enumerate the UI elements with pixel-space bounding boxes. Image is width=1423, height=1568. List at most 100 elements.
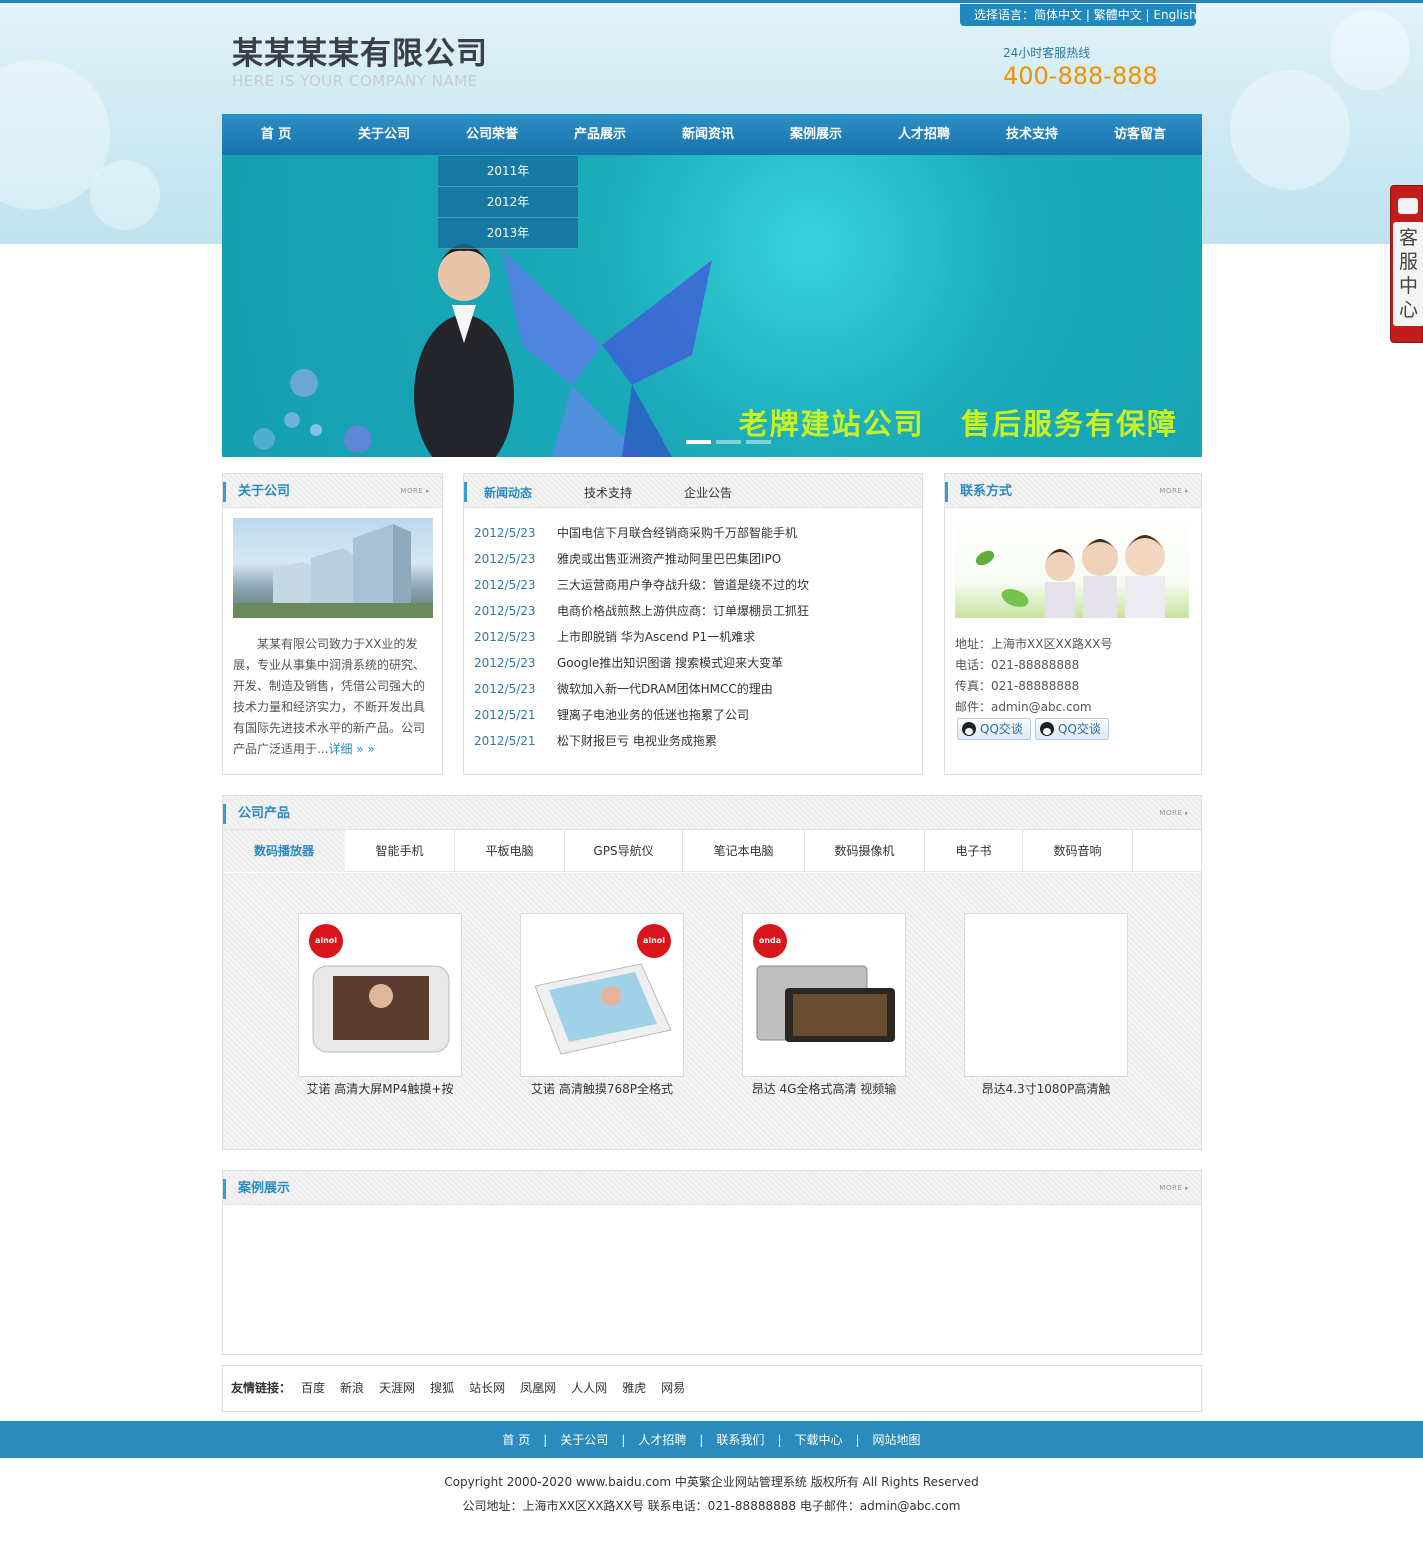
product-image[interactable]: ainol [298, 913, 462, 1077]
contact-more-link[interactable]: MORE ▸ [1159, 487, 1189, 495]
nav-jobs[interactable]: 人才招聘 [870, 114, 978, 155]
nav-support[interactable]: 技术支持 [978, 114, 1086, 155]
nav-guestbook[interactable]: 访客留言 [1086, 114, 1194, 155]
nav-about[interactable]: 关于公司 [330, 114, 438, 155]
friend-link[interactable]: 网易 [661, 1366, 685, 1411]
about-more-link[interactable]: MORE ▸ [400, 487, 430, 495]
products-more-link[interactable]: MORE ▸ [1159, 809, 1189, 817]
product-caption[interactable]: 昂达4.3寸1080P高清触 [964, 1079, 1128, 1099]
dropdown-item-2012[interactable]: 2012年 [438, 187, 578, 218]
dropdown-item-2011[interactable]: 2011年 [438, 156, 578, 187]
news-title[interactable]: 中国电信下月联合经销商采购千万部智能手机 [557, 520, 797, 546]
banner-dots [686, 440, 771, 444]
product-caption[interactable]: 昂达 4G全格式高清 视频输 [742, 1079, 906, 1099]
customer-service-float[interactable]: 客服中心 [1390, 185, 1423, 343]
footer-link-home[interactable]: 首 页 [502, 1431, 530, 1448]
cases-header: 案例展示 MORE ▸ [223, 1171, 1201, 1205]
product-card[interactable]: onda 昂达 4G全格式高清 视频输 [742, 913, 906, 1099]
customer-service-label: 客服中心 [1393, 222, 1423, 326]
qq-chat-label: QQ交谈 [980, 722, 1023, 736]
qq-chat-button-1[interactable]: QQ交谈 [957, 718, 1031, 740]
news-title[interactable]: 三大运营商用户争夺战升级：管道是绕不过的坎 [557, 572, 809, 598]
news-item[interactable]: 2012/5/23 微软加入新一代DRAM团体HMCC的理由 [474, 676, 914, 702]
news-title[interactable]: 雅虎或出售亚洲资产推动阿里巴巴集团IPO [557, 546, 781, 572]
product-card[interactable]: ainol 艾诺 高清触摸768P全格式 [520, 913, 684, 1099]
news-title[interactable]: Google推出知识图谱 搜索模式迎来大变革 [557, 650, 783, 676]
friend-link[interactable]: 天涯网 [379, 1366, 415, 1411]
tab-laptop[interactable]: 笔记本电脑 [683, 830, 805, 872]
friend-link[interactable]: 搜狐 [430, 1366, 454, 1411]
building-illustration [233, 524, 433, 618]
product-caption[interactable]: 艾诺 高清触摸768P全格式 [520, 1079, 684, 1099]
footer-link-contact[interactable]: 联系我们 [716, 1431, 764, 1448]
news-title[interactable]: 电商价格战煎熬上游供应商：订单爆棚员工抓狂 [557, 598, 809, 624]
product-card[interactable]: ainol 艾诺 高清大屏MP4触摸+按 [298, 913, 462, 1099]
footer-link-about[interactable]: 关于公司 [560, 1431, 608, 1448]
news-title[interactable]: 上市即脱销 华为Ascend P1一机难求 [557, 624, 755, 650]
nav-news[interactable]: 新闻资讯 [654, 114, 762, 155]
footer-link-download[interactable]: 下载中心 [794, 1431, 842, 1448]
product-card[interactable]: 昂达4.3寸1080P高清触 [964, 913, 1128, 1099]
contact-info: 地址：上海市XX区XX路XX号 电话：021-88888888 传真：021-8… [955, 634, 1112, 718]
contact-header: 联系方式 MORE ▸ [945, 474, 1201, 508]
tab-media-player[interactable]: 数码播放器 [223, 830, 345, 872]
lang-traditional[interactable]: 繁體中文 [1094, 8, 1142, 22]
lang-simplified[interactable]: 简体中文 [1034, 8, 1082, 22]
news-list: 2012/5/23 中国电信下月联合经销商采购千万部智能手机 2012/5/23 雅… [474, 520, 914, 754]
friend-link[interactable]: 新浪 [340, 1366, 364, 1411]
about-text-body: 某某有限公司致力于XX业的发展，专业从事集中润滑系统的研究、开发、制造及销售，凭… [233, 637, 426, 756]
news-title[interactable]: 松下财报巨亏 电视业务成拖累 [557, 728, 717, 754]
friend-link[interactable]: 人人网 [571, 1366, 607, 1411]
product-image[interactable] [964, 913, 1128, 1077]
news-item[interactable]: 2012/5/21 锂离子电池业务的低迷也拖累了公司 [474, 702, 914, 728]
tab-news[interactable]: 新闻动态 [484, 484, 532, 501]
news-item[interactable]: 2012/5/23 雅虎或出售亚洲资产推动阿里巴巴集团IPO [474, 546, 914, 572]
friend-link[interactable]: 凤凰网 [520, 1366, 556, 1411]
logo[interactable]: 某某某某有限公司 HERE IS YOUR COMPANY NAME [232, 36, 488, 90]
friend-link[interactable]: 百度 [301, 1366, 325, 1411]
product-grid: ainol 艾诺 高清大屏MP4触摸+按 ainol 艾诺 高清触摸768P全格… [223, 873, 1201, 1149]
news-item[interactable]: 2012/5/23 三大运营商用户争夺战升级：管道是绕不过的坎 [474, 572, 914, 598]
nav-home[interactable]: 首 页 [222, 114, 330, 155]
friend-link[interactable]: 站长网 [469, 1366, 505, 1411]
product-image[interactable]: onda [742, 913, 906, 1077]
tab-tablet[interactable]: 平板电脑 [455, 830, 565, 872]
news-item[interactable]: 2012/5/23 中国电信下月联合经销商采购千万部智能手机 [474, 520, 914, 546]
news-date: 2012/5/21 [474, 734, 536, 748]
product-image[interactable]: ainol [520, 913, 684, 1077]
tab-speaker[interactable]: 数码音响 [1023, 830, 1133, 872]
tab-ebook[interactable]: 电子书 [925, 830, 1023, 872]
about-detail-link[interactable]: 详细 » » [328, 742, 374, 756]
news-item[interactable]: 2012/5/23 上市即脱销 华为Ascend P1一机难求 [474, 624, 914, 650]
tab-announcements[interactable]: 企业公告 [684, 484, 732, 501]
news-item[interactable]: 2012/5/23 电商价格战煎熬上游供应商：订单爆棚员工抓狂 [474, 598, 914, 624]
news-title[interactable]: 微软加入新一代DRAM团体HMCC的理由 [557, 676, 773, 702]
banner-dot[interactable] [716, 440, 741, 444]
news-title[interactable]: 锂离子电池业务的低迷也拖累了公司 [557, 702, 749, 728]
logo-en: HERE IS YOUR COMPANY NAME [232, 72, 478, 90]
nav-cases[interactable]: 案例展示 [762, 114, 870, 155]
qq-chat-button-2[interactable]: QQ交谈 [1035, 718, 1109, 740]
banner-dot[interactable] [686, 440, 711, 444]
top-line [0, 0, 1423, 3]
nav-products[interactable]: 产品展示 [546, 114, 654, 155]
friend-links: 友情链接： 百度 新浪 天涯网 搜狐 站长网 凤凰网 人人网 雅虎 网易 [222, 1365, 1202, 1412]
tab-camcorder[interactable]: 数码摄像机 [805, 830, 925, 872]
tab-gps[interactable]: GPS导航仪 [565, 830, 683, 872]
banner-dot[interactable] [746, 440, 771, 444]
footer-link-jobs[interactable]: 人才招聘 [638, 1431, 686, 1448]
footer-link-sitemap[interactable]: 网站地图 [873, 1431, 921, 1448]
news-date: 2012/5/23 [474, 604, 536, 618]
tab-tech-support[interactable]: 技术支持 [584, 484, 632, 501]
news-item[interactable]: 2012/5/23 Google推出知识图谱 搜索模式迎来大变革 [474, 650, 914, 676]
dropdown-item-2013[interactable]: 2013年 [438, 218, 578, 249]
news-item[interactable]: 2012/5/21 松下财报巨亏 电视业务成拖累 [474, 728, 914, 754]
product-caption[interactable]: 艾诺 高清大屏MP4触摸+按 [298, 1079, 462, 1099]
tab-smartphone[interactable]: 智能手机 [345, 830, 455, 872]
nav-honor[interactable]: 公司荣誉 [438, 114, 546, 155]
lang-english[interactable]: English [1153, 8, 1196, 22]
friend-link[interactable]: 雅虎 [622, 1366, 646, 1411]
cases-more-link[interactable]: MORE ▸ [1159, 1184, 1189, 1192]
copyright: Copyright 2000-2020 www.baidu.com 中英繁企业网… [444, 1475, 979, 1489]
banner-slogan-2: 售后服务有保障 [960, 407, 1178, 441]
